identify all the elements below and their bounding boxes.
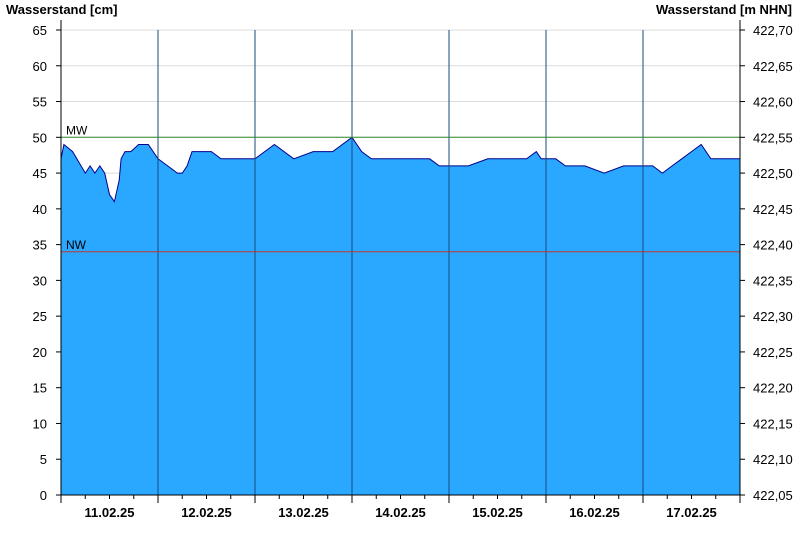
left-tick-label: 25 — [33, 309, 47, 324]
right-tick-label: 422,65 — [753, 59, 793, 74]
right-tick-label: 422,55 — [753, 130, 793, 145]
x-tick-label: 16.02.25 — [569, 505, 620, 520]
x-tick-label: 15.02.25 — [472, 505, 523, 520]
left-tick-label: 55 — [33, 95, 47, 110]
x-tick-label: 11.02.25 — [85, 505, 135, 520]
right-tick-label: 422,40 — [753, 238, 793, 253]
right-tick-label: 422,30 — [753, 309, 793, 324]
water-level-area — [61, 137, 740, 496]
left-tick-label: 20 — [33, 345, 47, 360]
right-tick-label: 422,10 — [753, 452, 793, 467]
area-layer — [60, 136, 740, 496]
x-tick-labels: 11.02.25 12.02.25 13.02.25 14.02.25 15.02.25… — [85, 505, 717, 520]
right-tick-label: 422,35 — [753, 273, 793, 288]
water-level-chart: MWNW 05101520253035404550556065 422,0542… — [33, 20, 793, 520]
right-tick-label: 422,15 — [753, 416, 793, 431]
x-tick-label: 12.02.25 — [181, 505, 232, 520]
left-tick-label: 15 — [33, 381, 47, 396]
x-tick-label: 14.02.25 — [375, 505, 426, 520]
left-tick-label: 5 — [40, 452, 47, 467]
right-tick-label: 422,20 — [753, 381, 793, 396]
right-tick-label: 422,05 — [753, 488, 793, 503]
left-tick-labels: 0 5 10 15 20 25 30 35 40 45 50 55 60 65 — [33, 23, 47, 503]
left-tick-label: 40 — [33, 202, 47, 217]
right-tick-labels: 422,05 422,10 422,15 422,20 422,25 422,30 422,… — [753, 23, 793, 503]
reference-label-nw: NW — [66, 238, 87, 252]
x-tick-label: 13.02.25 — [278, 505, 329, 520]
left-tick-label: 0 — [40, 488, 47, 503]
right-tick-label: 422,25 — [753, 345, 793, 360]
right-tick-label: 422,45 — [753, 202, 793, 217]
right-tick-label: 422,70 — [753, 23, 793, 38]
right-tick-label: 422,50 — [753, 166, 793, 181]
left-tick-label: 50 — [33, 130, 47, 145]
left-tick-label: 30 — [33, 273, 47, 288]
left-tick-label: 10 — [33, 416, 47, 431]
reference-label-mw: MW — [66, 123, 88, 137]
left-tick-label: 60 — [33, 59, 47, 74]
left-tick-label: 65 — [33, 23, 47, 38]
x-tick-label: 17.02.25 — [666, 505, 717, 520]
left-tick-label: 45 — [33, 166, 47, 181]
left-tick-label: 35 — [33, 238, 47, 253]
right-tick-label: 422,60 — [753, 95, 793, 110]
